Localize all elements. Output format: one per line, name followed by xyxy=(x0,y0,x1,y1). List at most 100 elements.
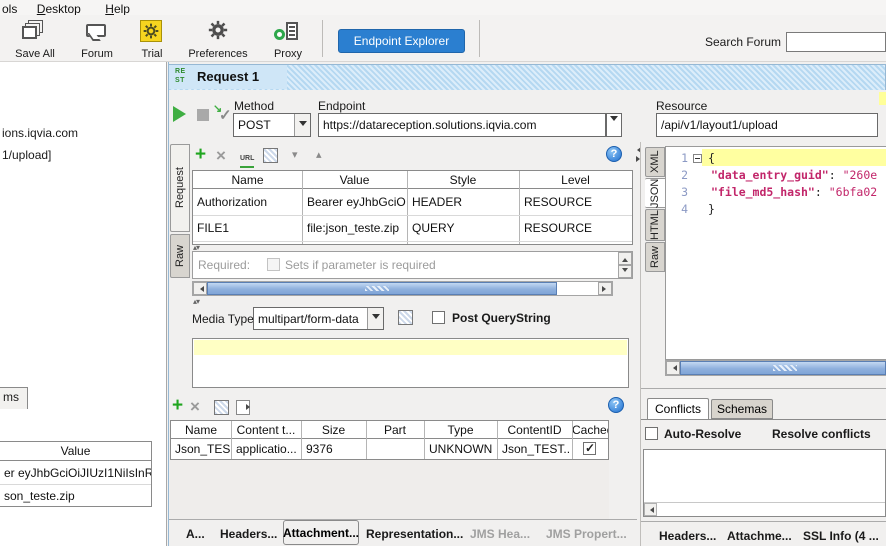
resubmit-request-button[interactable]: ↘ ✓ xyxy=(213,102,235,124)
preferences-button[interactable]: Preferences xyxy=(186,18,250,60)
attach-col-type[interactable]: Type xyxy=(424,421,497,439)
splitter-handle-2[interactable]: ▴▾ xyxy=(193,297,199,306)
add-attachment-button[interactable]: + xyxy=(172,398,183,414)
tab-jms-properties[interactable]: JMS Propert... xyxy=(546,527,627,541)
forum-button[interactable]: Forum xyxy=(70,18,124,60)
trial-button[interactable]: Trial xyxy=(128,18,176,60)
cached-checkbox[interactable] xyxy=(583,442,596,455)
submit-request-button[interactable] xyxy=(173,106,186,122)
revert-params-icon[interactable] xyxy=(263,148,278,163)
auto-resolve-checkbox[interactable] xyxy=(645,427,658,440)
attachment-row-size[interactable]: 9376 xyxy=(302,439,365,459)
conflicts-h-scrollbar[interactable] xyxy=(644,502,885,516)
move-down-icon[interactable]: ▾ xyxy=(292,148,298,161)
param-row-cell[interactable]: FILE1 xyxy=(193,215,301,241)
help-icon-attachments[interactable]: ? xyxy=(608,397,624,413)
property-row-authorization[interactable]: er eyJhbGciOiJIUzI1NiIsInR... xyxy=(0,461,151,484)
tab-raw-request[interactable]: Raw xyxy=(170,234,190,278)
tab-attachments[interactable]: Attachment... xyxy=(283,520,359,545)
pane-divider[interactable] xyxy=(640,142,641,546)
tab-auth[interactable]: A... xyxy=(186,527,205,541)
attachment-row-type[interactable]: UNKNOWN xyxy=(425,439,496,459)
endpoint-combo[interactable]: https://datareception.solutions.iqvia.co… xyxy=(318,113,606,137)
attach-col-contentid[interactable]: ContentID xyxy=(497,421,572,439)
attach-col-cached[interactable]: Cached xyxy=(572,421,608,439)
save-all-button[interactable]: Save All xyxy=(8,18,62,60)
move-up-icon[interactable]: ▴ xyxy=(316,148,322,161)
fold-collapse-icon[interactable] xyxy=(693,154,702,163)
tab-html-response[interactable]: HTML xyxy=(645,209,665,241)
attachment-row-contentid[interactable]: Json_TEST... xyxy=(498,439,571,459)
scroll-left-button[interactable] xyxy=(193,282,207,295)
scroll-left-button-response[interactable] xyxy=(666,361,680,375)
param-row-cell[interactable]: Authorization xyxy=(193,189,301,215)
conflicts-list[interactable] xyxy=(643,449,886,517)
export-attachment-icon[interactable] xyxy=(236,400,250,415)
params-col-level[interactable]: Level xyxy=(519,171,632,189)
scroll-right-button[interactable] xyxy=(598,282,612,295)
resource-input[interactable]: /api/v1/layout1/upload xyxy=(656,113,878,137)
media-type-select[interactable]: multipart/form-data xyxy=(253,307,384,330)
delete-param-button[interactable]: × xyxy=(216,148,226,164)
attach-col-part[interactable]: Part xyxy=(366,421,424,439)
tree-node-endpoint-partial[interactable]: ions.iqvia.com xyxy=(2,126,78,140)
request-title-bar[interactable]: RE ST Request 1 xyxy=(168,64,886,90)
tab-xml-response[interactable]: XML xyxy=(645,147,665,177)
tree-node-resource-partial[interactable]: 1/upload] xyxy=(2,148,51,162)
delete-attachment-button[interactable]: × xyxy=(190,399,200,415)
param-row-cell[interactable]: QUERY xyxy=(408,215,518,241)
required-checkbox[interactable] xyxy=(267,258,280,271)
attachment-row-content-type[interactable]: applicatio... xyxy=(232,439,300,459)
tab-schemas[interactable]: Schemas xyxy=(711,399,773,419)
media-type-chevron-down-icon[interactable] xyxy=(367,308,383,329)
tab-request[interactable]: Request xyxy=(170,144,190,232)
proxy-button[interactable]: Proxy xyxy=(260,18,316,60)
tab-representations[interactable]: Representation... xyxy=(366,527,463,541)
post-querystring-checkbox[interactable] xyxy=(432,311,445,324)
sidebar-bottom-tab-partial[interactable]: ms xyxy=(0,387,28,409)
attach-col-content-type[interactable]: Content t... xyxy=(231,421,301,439)
tab-ssl-info[interactable]: SSL Info (4 ... xyxy=(803,529,879,543)
attachment-row-name[interactable]: Json_TEST... xyxy=(171,439,230,459)
scroll-left-button-conflicts[interactable] xyxy=(644,503,657,516)
menu-item-desktop[interactable]: Desktop xyxy=(37,2,81,16)
scrollbar-thumb[interactable] xyxy=(207,282,557,295)
scroll-down-button[interactable] xyxy=(618,265,632,278)
menu-item-tools-partial[interactable]: ols xyxy=(2,2,17,16)
tab-attachments-response[interactable]: Attachme... xyxy=(727,529,792,543)
response-h-scrollbar[interactable] xyxy=(665,360,886,376)
attach-col-size[interactable]: Size xyxy=(301,421,366,439)
params-col-name[interactable]: Name xyxy=(193,171,302,189)
param-row-cell[interactable]: HEADER xyxy=(408,189,518,215)
tab-raw-response[interactable]: Raw xyxy=(645,242,665,272)
param-row-cell[interactable]: file:json_teste.zip xyxy=(303,215,406,241)
request-body-editor[interactable] xyxy=(192,338,629,388)
params-col-value[interactable]: Value xyxy=(302,171,407,189)
url-encode-icon[interactable]: URL xyxy=(240,147,259,164)
add-param-button[interactable]: + xyxy=(195,147,206,163)
properties-value-header[interactable]: Value xyxy=(0,442,151,461)
menu-item-help[interactable]: Help xyxy=(105,2,130,16)
tab-conflicts[interactable]: Conflicts xyxy=(647,398,709,419)
params-h-scrollbar[interactable] xyxy=(192,281,613,296)
param-row-cell[interactable]: RESOURCE xyxy=(520,189,631,215)
resolve-conflicts-button[interactable]: Resolve conflicts xyxy=(772,427,871,441)
attach-col-name[interactable]: Name xyxy=(171,421,231,439)
params-col-style[interactable]: Style xyxy=(407,171,519,189)
param-row-cell[interactable]: RESOURCE xyxy=(520,215,631,241)
json-response-editor[interactable]: 1 2 3 4 { "data_entry_guid": "260e "file… xyxy=(665,146,886,360)
endpoint-dropdown-button[interactable] xyxy=(606,113,622,137)
method-select[interactable]: POST xyxy=(233,113,311,137)
property-row-file[interactable]: son_teste.zip xyxy=(0,484,151,507)
search-forum-input[interactable] xyxy=(786,32,886,52)
response-scrollbar-thumb[interactable] xyxy=(680,361,886,375)
tab-headers-response[interactable]: Headers... xyxy=(659,529,716,543)
param-row-cell[interactable]: Bearer eyJhbGciOi... xyxy=(303,189,406,215)
tab-headers-request[interactable]: Headers... xyxy=(220,527,277,541)
reload-attachment-icon[interactable] xyxy=(214,400,229,415)
tab-json-response[interactable]: JSON xyxy=(645,178,666,208)
tab-jms-headers[interactable]: JMS Hea... xyxy=(470,527,530,541)
media-refresh-icon[interactable] xyxy=(398,310,413,325)
cancel-request-button[interactable] xyxy=(197,109,209,121)
scroll-up-button[interactable] xyxy=(618,252,632,265)
